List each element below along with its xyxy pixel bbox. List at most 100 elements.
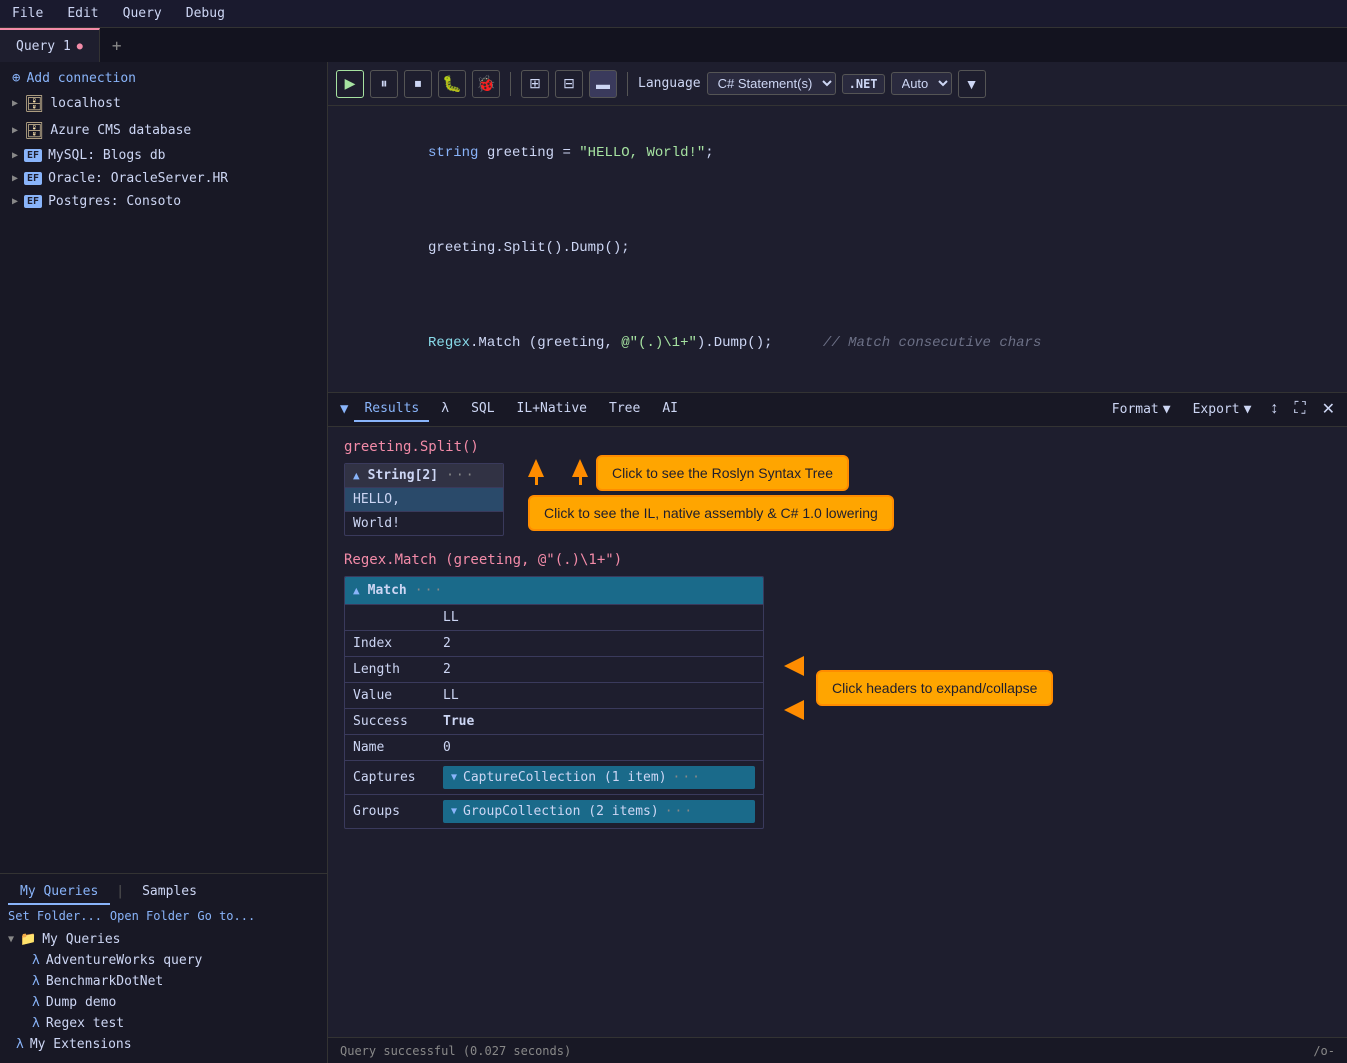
match-row-ll-val: LL bbox=[345, 604, 763, 630]
sidebar-mysql[interactable]: ▶ EF MySQL: Blogs db bbox=[0, 144, 327, 167]
code-line-blank bbox=[344, 189, 1331, 213]
group-collection-btn[interactable]: ▼ GroupCollection (2 items) ··· bbox=[443, 800, 755, 823]
arrow-tooltip-row1: Click to see the Roslyn Syntax Tree bbox=[528, 455, 894, 491]
tooltip-headers-text: Click headers to expand/collapse bbox=[832, 680, 1037, 696]
run-button[interactable]: ▶ bbox=[336, 70, 364, 98]
stop-button[interactable]: ⏹ bbox=[404, 70, 432, 98]
code-line-blank2 bbox=[344, 285, 1331, 309]
match-val-success: True bbox=[435, 709, 763, 734]
ef-badge: EF bbox=[24, 195, 42, 208]
net-badge: .NET bbox=[842, 74, 885, 94]
pause-button[interactable]: ⏸ bbox=[370, 70, 398, 98]
postgres-label: Postgres: Consoto bbox=[48, 194, 181, 209]
groups-dots[interactable]: ··· bbox=[665, 804, 694, 819]
tab-results[interactable]: Results bbox=[354, 397, 429, 422]
match-more-options[interactable]: ··· bbox=[415, 583, 444, 598]
expand-btn[interactable]: ↕ bbox=[1266, 398, 1282, 420]
code-comment: // Match consecutive chars bbox=[823, 335, 1041, 351]
tooltip-headers-container: Click headers to expand/collapse bbox=[784, 656, 1053, 720]
chevron-icon: ▶ bbox=[12, 196, 18, 207]
tooltip-area: Click to see the Roslyn Syntax Tree Clic… bbox=[528, 455, 894, 531]
format-label: Format bbox=[1112, 402, 1159, 417]
collapse-btn[interactable]: ▼ bbox=[336, 399, 352, 419]
tab-my-queries[interactable]: My Queries bbox=[8, 880, 110, 905]
sidebar-azure[interactable]: ▶ 🗄 Azure CMS database bbox=[0, 117, 327, 144]
dropdown-button[interactable]: ▼ bbox=[958, 70, 986, 98]
sidebar: ⊕ Add connection ▶ 🗄 localhost ▶ 🗄 Azure… bbox=[0, 62, 328, 1063]
match-table-header[interactable]: ▲ Match ··· bbox=[345, 577, 763, 604]
oracle-label: Oracle: OracleServer.HR bbox=[48, 171, 228, 186]
auto-select[interactable]: Auto bbox=[891, 72, 952, 95]
export-button[interactable]: Export ▼ bbox=[1186, 399, 1259, 420]
result-title-2: Regex.Match (greeting, @"(.)\1+") bbox=[344, 552, 1331, 568]
set-folder-link[interactable]: Set Folder... bbox=[8, 909, 102, 923]
tab-tree[interactable]: Tree bbox=[599, 397, 650, 422]
tree-dump[interactable]: λ Dump demo bbox=[0, 992, 327, 1013]
app-container: File Edit Query Debug Query 1 ● + ⊕ Add … bbox=[0, 0, 1347, 1063]
match-val-groups: ▼ GroupCollection (2 items) ··· bbox=[435, 795, 763, 828]
grid2-button[interactable]: ⊟ bbox=[555, 70, 583, 98]
debug1-button[interactable]: 🐛 bbox=[438, 70, 466, 98]
goto-link[interactable]: Go to... bbox=[197, 909, 255, 923]
sidebar-postgres[interactable]: ▶ EF Postgres: Consoto bbox=[0, 190, 327, 213]
arrow-stem1 bbox=[535, 477, 538, 485]
grid1-button[interactable]: ⊞ bbox=[521, 70, 549, 98]
folder-icon: 📁 bbox=[20, 932, 36, 947]
tab-samples[interactable]: Samples bbox=[130, 880, 209, 905]
tree-my-queries-folder[interactable]: ▼ 📁 My Queries bbox=[0, 929, 327, 950]
sidebar-tree: ▼ 📁 My Queries λ AdventureWorks query λ … bbox=[0, 927, 327, 1063]
code-editor[interactable]: string greeting = "HELLO, World!"; greet… bbox=[328, 106, 1347, 393]
match-val-index: 2 bbox=[435, 631, 763, 656]
add-connection-item[interactable]: ⊕ Add connection bbox=[0, 66, 327, 90]
query-toolbar: ▶ ⏸ ⏹ 🐛 🐞 ⊞ ⊟ ▬ Language C# Statement(s)… bbox=[328, 62, 1347, 106]
tree-extensions[interactable]: λ My Extensions bbox=[0, 1034, 327, 1055]
open-folder-link[interactable]: Open Folder bbox=[110, 909, 189, 923]
lambda-icon: λ bbox=[16, 1037, 24, 1052]
tree-regex[interactable]: λ Regex test bbox=[0, 1013, 327, 1034]
capture-collection-btn[interactable]: ▼ CaptureCollection (1 item) ··· bbox=[443, 766, 755, 789]
sort-icon: ▲ bbox=[353, 469, 360, 482]
match-key-index: Index bbox=[345, 631, 435, 656]
close-results-btn[interactable]: ✕ bbox=[1318, 397, 1339, 421]
fullscreen-btn[interactable]: ⛶ bbox=[1290, 398, 1309, 420]
match-row-success: Success True bbox=[345, 708, 763, 734]
results-panel: ▼ Results λ SQL IL+Native Tree AI Format… bbox=[328, 393, 1347, 1037]
tree-benchmark[interactable]: λ BenchmarkDotNet bbox=[0, 971, 327, 992]
tab-il-native[interactable]: IL+Native bbox=[507, 397, 597, 422]
tab-add[interactable]: + bbox=[100, 28, 134, 62]
code-regex: @"(.)\1+" bbox=[621, 335, 697, 351]
db-icon: 🗄 bbox=[24, 121, 44, 140]
query-panel: ▶ ⏸ ⏹ 🐛 🐞 ⊞ ⊟ ▬ Language C# Statement(s)… bbox=[328, 62, 1347, 1063]
tab-query1[interactable]: Query 1 ● bbox=[0, 28, 100, 62]
tab-sql[interactable]: SQL bbox=[461, 397, 504, 422]
table-row-hello[interactable]: HELLO, bbox=[345, 487, 503, 511]
format-chevron: ▼ bbox=[1163, 402, 1171, 417]
main-content: ⊕ Add connection ▶ 🗄 localhost ▶ 🗄 Azure… bbox=[0, 62, 1347, 1063]
chevron-icon: ▶ bbox=[12, 173, 18, 184]
arrow-stem2 bbox=[579, 477, 582, 485]
more-options-icon[interactable]: ··· bbox=[446, 468, 475, 483]
export-chevron: ▼ bbox=[1244, 402, 1252, 417]
sidebar-oracle[interactable]: ▶ EF Oracle: OracleServer.HR bbox=[0, 167, 327, 190]
panel-button[interactable]: ▬ bbox=[589, 70, 617, 98]
code-line-2: greeting.Split().Dump(); bbox=[344, 213, 1331, 284]
menu-debug[interactable]: Debug bbox=[182, 4, 229, 23]
capture-dots[interactable]: ··· bbox=[673, 770, 702, 785]
menu-edit[interactable]: Edit bbox=[63, 4, 102, 23]
sidebar-localhost[interactable]: ▶ 🗄 localhost bbox=[0, 90, 327, 117]
tree-adventureworks[interactable]: λ AdventureWorks query bbox=[0, 950, 327, 971]
tree-adventureworks-label: AdventureWorks query bbox=[46, 953, 203, 968]
sidebar-queries-panel: My Queries | Samples Set Folder... Open … bbox=[0, 873, 327, 1063]
menu-query[interactable]: Query bbox=[119, 4, 166, 23]
tab-ai[interactable]: AI bbox=[652, 397, 688, 422]
tab-lambda[interactable]: λ bbox=[431, 397, 459, 422]
table-row-world[interactable]: World! bbox=[345, 511, 503, 535]
language-select[interactable]: C# Statement(s) bbox=[707, 72, 836, 95]
debug2-button[interactable]: 🐞 bbox=[472, 70, 500, 98]
menu-file[interactable]: File bbox=[8, 4, 47, 23]
format-button[interactable]: Format ▼ bbox=[1105, 399, 1178, 420]
tree-extensions-label: My Extensions bbox=[30, 1037, 132, 1052]
sidebar-actions: Set Folder... Open Folder Go to... bbox=[0, 905, 327, 927]
match-table: ▲ Match ··· LL bbox=[344, 576, 764, 829]
match-val-name: 0 bbox=[435, 735, 763, 760]
